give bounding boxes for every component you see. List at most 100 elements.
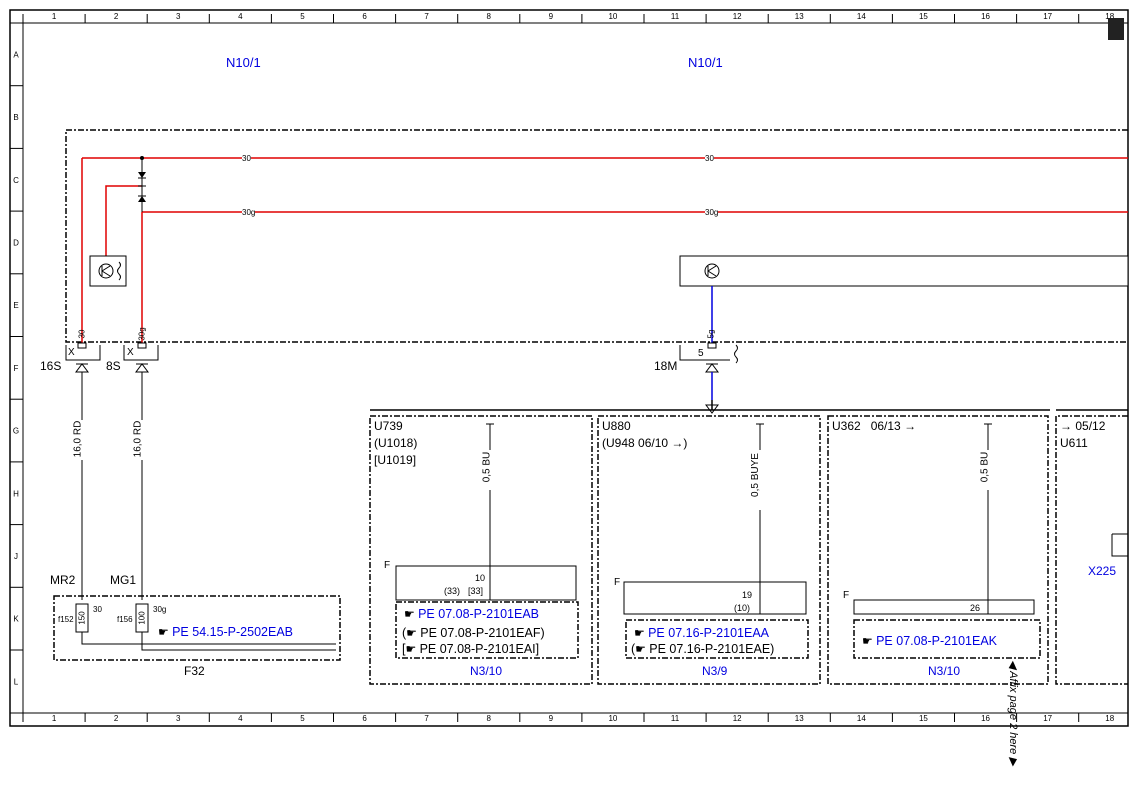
n3-10a-f: F <box>384 560 391 571</box>
row-letter: J <box>14 552 18 561</box>
hand-pointer-icon: ☛ <box>862 634 877 648</box>
pin-label-18m: 18M <box>654 359 678 373</box>
column-number: 2 <box>114 714 119 723</box>
connector-x-label-2: X <box>127 347 134 358</box>
schematic-sheet: 1122334455667788991010111112121313141415… <box>9 9 1129 727</box>
connector-arrow-3 <box>705 363 719 373</box>
n10-1-boundary <box>65 129 1128 343</box>
hand-pointer-icon: ☛ <box>405 642 420 656</box>
n3-10b-u362-text: U362 <box>832 419 861 433</box>
arrow-right-icon: → <box>671 436 684 450</box>
f32-f156: f156 <box>117 615 133 624</box>
column-number: 14 <box>857 12 866 21</box>
column-number: 5 <box>300 714 305 723</box>
n3-10a-ref1-link[interactable]: ☛ PE 07.08-P-2101EAB <box>404 608 539 621</box>
junction-dot <box>140 156 144 160</box>
wire-label-4: 0,5 BUYE <box>749 453 761 497</box>
n3-10a-u1018: (U1018) <box>374 436 418 450</box>
wire-label-1: 16,0 RD <box>72 420 84 458</box>
column-number: 3 <box>176 714 181 723</box>
connector-f-c <box>853 599 1035 615</box>
n3-10a-u1019: [U1019] <box>374 453 417 467</box>
f32-ref-link[interactable]: ☛ PE 54.15-P-2502EAB <box>158 626 293 639</box>
diode-icon <box>138 172 146 178</box>
row-letter: G <box>13 427 19 436</box>
column-numbers: 1122334455667788991010111112121313141415… <box>52 12 1115 723</box>
column-number: 1 <box>52 12 57 21</box>
hand-pointer-icon: ☛ <box>404 607 419 621</box>
n3-9-u948-text: (U948 06/10 <box>602 436 669 450</box>
n3-9-u948: (U948 06/10 →) <box>602 437 687 449</box>
n3-10a-label: N3/10 <box>470 664 503 678</box>
n3-9-u880: U880 <box>602 419 631 433</box>
column-number: 16 <box>981 714 990 723</box>
n3-9-ref1: PE 07.16-P-2101EAA <box>648 626 770 640</box>
column-number: 13 <box>795 714 804 723</box>
transistor-box-right <box>679 255 1129 287</box>
n10-1-label-right: N10/1 <box>688 55 723 70</box>
fuse-150: 150 <box>77 611 87 625</box>
n3-9-f: F <box>614 577 621 588</box>
right-block-u611: U611 <box>1060 436 1088 450</box>
column-number: 16 <box>981 12 990 21</box>
wire-label-5: 0,5 BU <box>979 451 991 483</box>
column-number: 8 <box>487 12 492 21</box>
pin-30g-label: 30g <box>137 327 147 341</box>
n3-10a-ref3-link[interactable]: [☛ PE 07.08-P-2101EAI] <box>402 643 539 656</box>
column-number: 5 <box>300 12 305 21</box>
corner-logo <box>1108 18 1124 40</box>
n3-10a-ref3: PE 07.08-P-2101EAI] <box>419 642 540 656</box>
bus-label-30g-left: 30g <box>242 208 256 217</box>
bus-label-30-right: 30 <box>705 154 714 163</box>
x225-label: X225 <box>1088 564 1117 578</box>
affix-text: Affix page 2 here <box>1007 671 1020 755</box>
column-number: 15 <box>919 12 928 21</box>
n3-10a-pin: 10 <box>475 573 486 583</box>
column-number: 9 <box>549 714 554 723</box>
column-number: 7 <box>424 714 429 723</box>
triangle-icon-2: ▶ <box>1007 754 1020 766</box>
arrow-right-icon: → <box>1060 419 1072 433</box>
n3-9-ref2-link[interactable]: (☛ PE 07.16-P-2101EAE) <box>631 643 774 656</box>
column-number: 7 <box>424 12 429 21</box>
triangle-icon: ◀ <box>1007 660 1020 672</box>
n3-9-ref1-link[interactable]: ☛ PE 07.16-P-2101EAA <box>634 627 769 640</box>
grid-ticks <box>10 14 1080 722</box>
column-number: 6 <box>362 12 367 21</box>
column-number: 10 <box>608 714 617 723</box>
connector-arrow-2 <box>135 363 149 373</box>
connector-x-label: X <box>68 347 75 358</box>
right-partial-block <box>1055 415 1128 685</box>
pin-label-8s: 8S <box>106 359 121 373</box>
fuse-30g: 30g <box>153 605 167 614</box>
row-letter: A <box>13 50 19 59</box>
f32-mr2: MR2 <box>50 573 76 587</box>
n3-10b-ref1: PE 07.08-P-2101EAK <box>876 634 998 648</box>
n3-10a-ref1: PE 07.08-P-2101EAB <box>418 607 540 621</box>
n3-10b-f: F <box>843 590 850 601</box>
pin-5g-label: 5g <box>706 329 716 339</box>
column-number: 1 <box>52 714 57 723</box>
n3-10a-pin-a: (33) <box>444 586 461 596</box>
row-letter: K <box>13 615 19 624</box>
right-block-date: → 05/12 <box>1060 420 1105 432</box>
column-number: 12 <box>733 12 742 21</box>
connector-f-a <box>395 565 577 601</box>
column-number: 6 <box>362 714 367 723</box>
n3-10b-ref1-link[interactable]: ☛ PE 07.08-P-2101EAK <box>862 635 997 648</box>
n3-10b-date: 06/13 <box>870 419 901 433</box>
n3-10a-ref2-link[interactable]: (☛ PE 07.08-P-2101EAF) <box>402 627 545 640</box>
n3-10a-pin-b: [33] <box>468 586 484 596</box>
row-letter: E <box>13 301 18 310</box>
column-number: 8 <box>487 714 492 723</box>
f32-f152: f152 <box>58 615 74 624</box>
hand-pointer-icon: ☛ <box>635 642 650 656</box>
arrow-right-icon: → <box>904 419 917 433</box>
n3-10a-ref2: PE 07.08-P-2101EAF) <box>420 626 545 640</box>
sheet-border <box>9 9 1129 727</box>
n3-10b-pin: 26 <box>970 603 981 613</box>
fuse-30: 30 <box>93 605 102 614</box>
column-number: 10 <box>608 12 617 21</box>
column-number: 3 <box>176 12 181 21</box>
n3-10b-label: N3/10 <box>928 664 961 678</box>
